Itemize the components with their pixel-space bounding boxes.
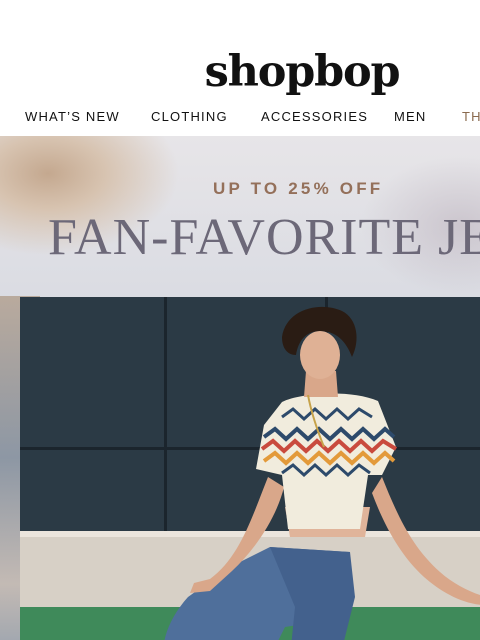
promo-text: UP TO 25% OFF [213, 179, 384, 198]
nav-clothing[interactable]: CLOTHING [151, 107, 228, 127]
hero-banner[interactable]: UP TO 25% OFF FAN-FAVORITE JEA [0, 136, 480, 640]
nav-truncated-item[interactable]: TH [462, 107, 480, 127]
hero-photo[interactable] [20, 297, 480, 640]
hero-headline: FAN-FAVORITE JEA [48, 209, 480, 266]
nav-accessories[interactable]: ACCESSORIES [261, 107, 368, 127]
nav-whats-new[interactable]: WHAT’S NEW [25, 107, 120, 127]
nav-men[interactable]: MEN [394, 107, 427, 127]
site-header: shopbop WHAT’S NEW CLOTHING ACCESSORIES … [0, 0, 480, 136]
shopbop-logo[interactable]: shopbop [0, 44, 480, 100]
main-nav: WHAT’S NEW CLOTHING ACCESSORIES MEN TH [0, 107, 480, 127]
model-figure [164, 306, 480, 640]
